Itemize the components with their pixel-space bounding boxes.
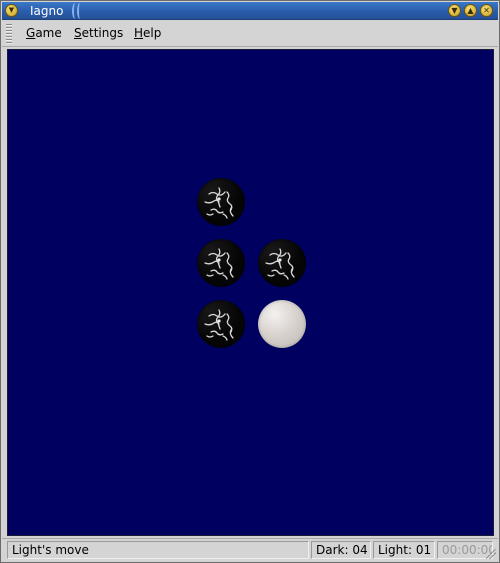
- light-score-value: 01: [415, 543, 432, 557]
- light-score-label: Light:: [378, 543, 412, 557]
- game-timer: 00:00:00: [437, 541, 493, 559]
- iagno-window: ▼ Iagno ▼ ▲ ✕ Game Settings Help Light's…: [0, 0, 500, 563]
- menu-game[interactable]: Game: [26, 26, 62, 40]
- resize-grip-handle[interactable]: [486, 549, 496, 559]
- maximize-icon[interactable]: ▲: [464, 4, 477, 17]
- light-score: Light: 01: [373, 541, 435, 559]
- menu-game-label: ame: [35, 26, 62, 40]
- title-bar[interactable]: ▼ Iagno ▼ ▲ ✕: [2, 2, 498, 20]
- window-title: Iagno: [30, 4, 64, 18]
- menu-settings[interactable]: Settings: [74, 26, 123, 40]
- dark-piece: [257, 239, 306, 288]
- dark-score-value: 04: [352, 543, 368, 557]
- menu-bar: Game Settings Help: [2, 21, 498, 47]
- dark-piece: [197, 299, 246, 348]
- dark-score: Dark: 04: [311, 541, 371, 559]
- menu-help[interactable]: Help: [134, 26, 161, 40]
- menu-game-mnemonic: G: [26, 26, 36, 40]
- menu-settings-mnemonic: S: [74, 26, 82, 40]
- dark-score-label: Dark:: [316, 543, 349, 557]
- game-board[interactable]: [7, 49, 494, 536]
- status-message: Light's move: [7, 541, 309, 559]
- menu-help-mnemonic: H: [134, 26, 144, 40]
- minimize-icon[interactable]: ▼: [448, 4, 461, 17]
- menu-settings-label: ettings: [81, 26, 124, 40]
- status-bar: Light's move Dark: 04 Light: 01 00:00:00: [2, 538, 498, 561]
- menubar-grip-handle[interactable]: [6, 24, 12, 44]
- close-icon[interactable]: ✕: [480, 4, 493, 17]
- light-piece: [257, 299, 306, 348]
- window-menu-icon[interactable]: ▼: [5, 4, 18, 17]
- dark-piece: [197, 178, 246, 227]
- title-decoration: [70, 3, 84, 19]
- menu-help-label: elp: [143, 26, 162, 40]
- dark-piece: [197, 239, 246, 288]
